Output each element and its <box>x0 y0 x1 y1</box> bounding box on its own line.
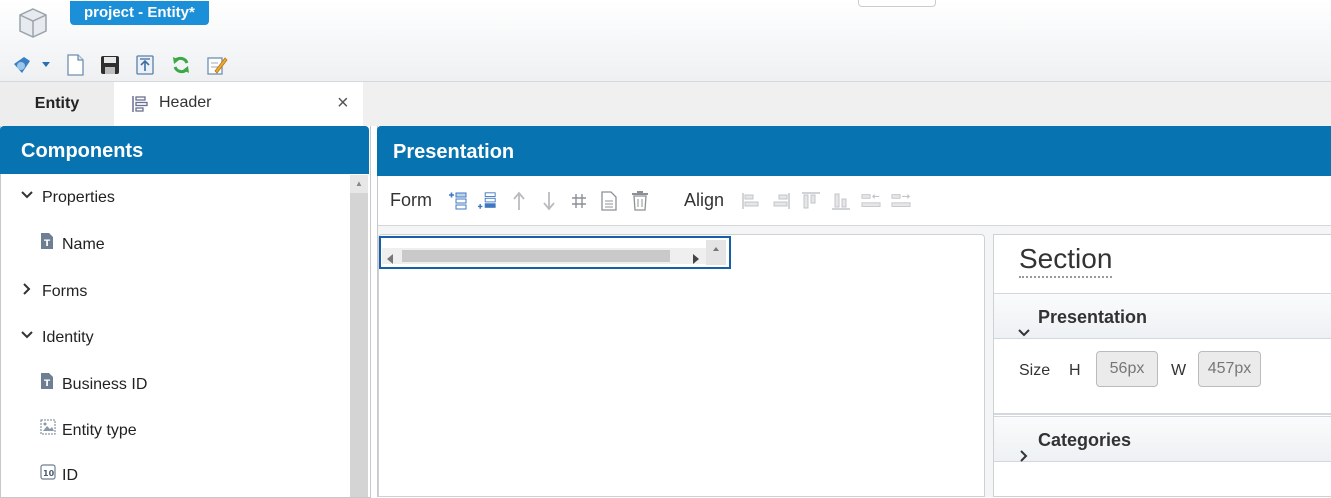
move-up-icon[interactable] <box>509 191 529 211</box>
chevron-down-icon[interactable] <box>20 186 34 210</box>
scroll-up-arrow-icon[interactable]: ▲ <box>350 175 368 193</box>
document-title-tab[interactable]: project - Entity* <box>70 1 209 25</box>
chevron-down-icon[interactable] <box>1018 310 1030 356</box>
delete-icon[interactable] <box>630 191 650 211</box>
width-input[interactable] <box>1198 351 1261 387</box>
section-title: Section <box>1019 242 1113 278</box>
tab-entity[interactable]: Entity <box>0 82 114 126</box>
insert-row-above-icon[interactable] <box>448 191 468 211</box>
tree-item-label: Properties <box>42 189 115 206</box>
height-input[interactable] <box>1096 351 1158 387</box>
refresh-icon[interactable] <box>169 53 193 77</box>
accordion-categories-label: Categories <box>1038 430 1132 450</box>
chevron-right-icon[interactable] <box>20 280 34 304</box>
svg-text:T: T <box>44 239 51 249</box>
height-label: H <box>1069 362 1081 379</box>
tree-item-label: Business ID <box>62 376 148 393</box>
text-field-icon: T <box>40 372 54 398</box>
form-tools-label: Form <box>390 190 432 210</box>
import-icon[interactable] <box>133 53 157 77</box>
move-down-icon[interactable] <box>539 191 559 211</box>
svg-text:10: 10 <box>43 469 55 478</box>
tree-item-business-id[interactable]: T Business ID <box>40 373 147 397</box>
accordion-presentation[interactable]: Presentation <box>994 293 1331 339</box>
shrink-width-icon[interactable] <box>861 191 881 211</box>
align-tools-label: Align <box>684 190 725 210</box>
tab-close-button[interactable]: × <box>337 92 349 115</box>
document-icon[interactable] <box>599 191 619 211</box>
tree-item-label: Entity type <box>62 422 137 439</box>
width-label: W <box>1171 362 1187 379</box>
tree-item-name[interactable]: T Name <box>40 233 105 257</box>
form-design-canvas[interactable] <box>378 234 985 497</box>
header-layout-icon <box>132 95 148 118</box>
tree-item-forms[interactable]: Forms <box>20 280 87 304</box>
edit-icon[interactable] <box>205 53 229 77</box>
tree-item-identity[interactable]: Identity <box>20 326 94 350</box>
tree-item-label: Forms <box>42 283 88 300</box>
text-field-icon: T <box>40 232 54 258</box>
save-icon[interactable] <box>98 53 122 77</box>
size-label: Size <box>1019 362 1051 379</box>
expand-width-icon[interactable] <box>891 191 911 211</box>
tree-item-label: Name <box>62 236 105 253</box>
number-field-icon: 10 <box>40 464 56 488</box>
accordion-presentation-label: Presentation <box>1038 307 1148 327</box>
app-menu-dropdown[interactable] <box>10 53 54 77</box>
components-scrollbar[interactable] <box>350 175 368 497</box>
accordion-categories[interactable]: Categories <box>994 416 1331 462</box>
new-file-icon[interactable] <box>63 53 87 77</box>
top-pull-handle[interactable] <box>858 0 936 7</box>
tree-item-label: Identity <box>42 329 94 346</box>
tree-item-label: ID <box>62 467 78 484</box>
app-logo-icon <box>16 6 50 40</box>
tree-item-properties[interactable]: Properties <box>20 186 115 210</box>
widget-scroll-thumb[interactable] <box>402 250 670 262</box>
tab-header-label: Header <box>159 94 212 111</box>
scroll-left-arrow-icon[interactable] <box>387 251 393 269</box>
section-divider <box>994 413 1331 415</box>
align-left-icon[interactable] <box>741 191 761 211</box>
components-panel-title: Components <box>0 126 369 174</box>
scroll-right-arrow-icon[interactable] <box>693 251 699 269</box>
image-field-icon <box>40 419 56 443</box>
chevron-right-icon[interactable] <box>1018 433 1030 479</box>
insert-row-below-icon[interactable] <box>477 191 497 211</box>
grid-icon[interactable] <box>569 191 589 211</box>
tab-header[interactable]: Header × <box>114 82 363 126</box>
align-bottom-icon[interactable] <box>831 191 851 211</box>
tree-item-id[interactable]: 10 ID <box>40 464 78 488</box>
presentation-panel-title: Presentation <box>377 126 1331 176</box>
chevron-down-icon[interactable] <box>20 326 34 350</box>
svg-text:T: T <box>44 379 51 389</box>
align-right-icon[interactable] <box>771 191 791 211</box>
tree-item-entity-type[interactable]: Entity type <box>40 419 137 443</box>
widget-vertical-scrollbar[interactable] <box>706 240 726 265</box>
align-top-icon[interactable] <box>801 191 821 211</box>
